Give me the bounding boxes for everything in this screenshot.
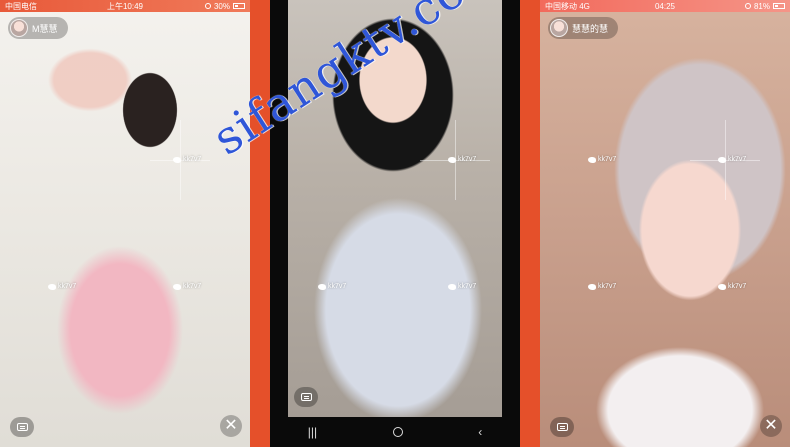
bird-icon (718, 283, 726, 290)
alarm-icon (744, 3, 751, 9)
close-button[interactable]: ✕ (760, 415, 782, 437)
bird-icon (48, 283, 56, 290)
bird-icon (448, 283, 456, 290)
watermark-tag: kk7v7 (173, 283, 201, 290)
avatar (550, 19, 568, 37)
watermark-tag: kk7v7 (48, 283, 76, 290)
chat-button[interactable] (550, 417, 574, 437)
chat-button[interactable] (10, 417, 34, 437)
chat-icon (16, 423, 28, 431)
home-button[interactable] (392, 427, 403, 437)
chat-icon (556, 423, 568, 431)
time-label: 上午10:49 (106, 1, 144, 11)
watermark-tag: kk7v7 (173, 156, 201, 163)
bird-icon (173, 156, 181, 163)
close-button[interactable]: ✕ (220, 415, 242, 437)
bird-icon (588, 156, 596, 163)
battery-icon (773, 3, 785, 9)
bird-icon (588, 283, 596, 290)
avatar (10, 19, 28, 37)
battery-icon (233, 3, 245, 9)
status-bar: 中国移动 4G 04:25 81% (540, 0, 790, 12)
watermark-tag: kk7v7 (448, 283, 476, 290)
streamer-name: 慧慧的慧 (572, 23, 609, 34)
recents-button[interactable]: ||| (308, 425, 317, 439)
bird-icon (448, 156, 456, 163)
chat-button[interactable] (294, 387, 318, 407)
carrier-label: 中国移动 4G (545, 1, 590, 11)
chat-icon (300, 393, 312, 401)
watermark-tag: kk7v7 (588, 156, 616, 163)
alarm-icon (204, 3, 211, 9)
watermark-tag: kk7v7 (448, 156, 476, 163)
time-label: 04:25 (654, 1, 676, 11)
android-nav-bar: ||| ‹ (270, 417, 520, 447)
video-frame (540, 0, 790, 447)
bird-icon (173, 283, 181, 290)
carrier-label: 中国电信 (5, 1, 37, 11)
streamer-chip[interactable]: 慧慧的慧 (548, 17, 619, 39)
stream-panel-right[interactable]: 中国移动 4G 04:25 81% 慧慧的慧 kk7v7 kk7v7 kk7v7… (540, 0, 790, 447)
back-button[interactable]: ‹ (478, 425, 482, 439)
battery-percent: 81% (753, 1, 770, 11)
watermark-tag: kk7v7 (718, 156, 746, 163)
watermark-tag: kk7v7 (318, 283, 346, 290)
streamer-name: M慧慧 (32, 23, 58, 34)
watermark-tag: kk7v7 (588, 283, 616, 290)
bird-icon (318, 283, 326, 290)
status-bar: 中国电信 上午10:49 30% (0, 0, 250, 12)
watermark-tag: kk7v7 (718, 283, 746, 290)
video-frame (0, 0, 250, 447)
streamer-chip[interactable]: M慧慧 (8, 17, 68, 39)
bird-icon (718, 156, 726, 163)
battery-percent: 30% (213, 1, 230, 11)
stream-panel-left[interactable]: 中国电信 上午10:49 30% M慧慧 kk7v7 kk7v7 kk7v7 ✕ (0, 0, 250, 447)
